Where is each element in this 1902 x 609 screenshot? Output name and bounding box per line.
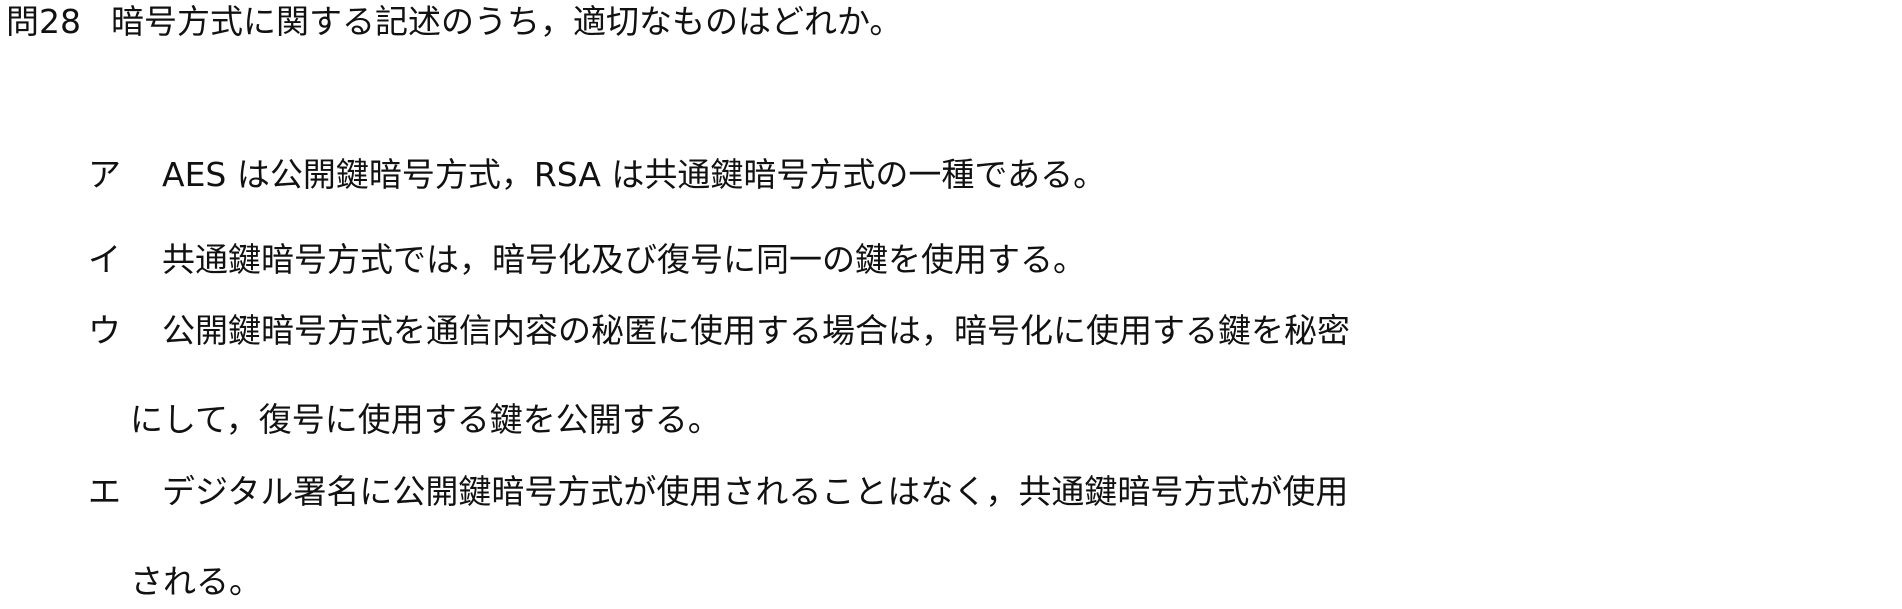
choice-i: イ 共通鍵暗号方式では，暗号化及び復号に同一の鍵を使用する。 — [88, 240, 1086, 280]
choice-u: ウ 公開鍵暗号方式を通信内容の秘匿に使用する場合は，暗号化に使用する鍵を秘密 — [88, 311, 1350, 351]
exam-page: 問28 暗号方式に関する記述のうち，適切なものはどれか。 ア AES は公開鍵暗号方… — [0, 0, 1902, 609]
choice-u-text-line2: にして，復号に使用する鍵を公開する。 — [130, 400, 721, 439]
choice-u-text-line1: 公開鍵暗号方式を通信内容の秘匿に使用する場合は，暗号化に使用する鍵を秘密 — [162, 311, 1350, 350]
choice-a: ア AES は公開鍵暗号方式，RSA は共通鍵暗号方式の一種である。 — [88, 155, 1106, 195]
question-number: 問28 — [6, 2, 81, 41]
choice-e: エ デジタル署名に公開鍵暗号方式が使用されることはなく，共通鍵暗号方式が使用 — [88, 472, 1348, 512]
question-text: 暗号方式に関する記述のうち，適切なものはどれか。 — [111, 2, 903, 41]
choice-i-text: 共通鍵暗号方式では，暗号化及び復号に同一の鍵を使用する。 — [162, 240, 1086, 279]
choice-e-text-line2: される。 — [130, 562, 262, 601]
choice-e-label: エ — [88, 472, 121, 511]
choice-a-text: AES は公開鍵暗号方式，RSA は共通鍵暗号方式の一種である。 — [162, 155, 1107, 194]
choice-a-label: ア — [88, 155, 121, 194]
choice-i-label: イ — [88, 240, 121, 279]
question-heading: 問28 暗号方式に関する記述のうち，適切なものはどれか。 — [6, 2, 902, 42]
choice-e-text-line1: デジタル署名に公開鍵暗号方式が使用されることはなく，共通鍵暗号方式が使用 — [162, 472, 1349, 511]
choice-u-label: ウ — [88, 311, 121, 350]
